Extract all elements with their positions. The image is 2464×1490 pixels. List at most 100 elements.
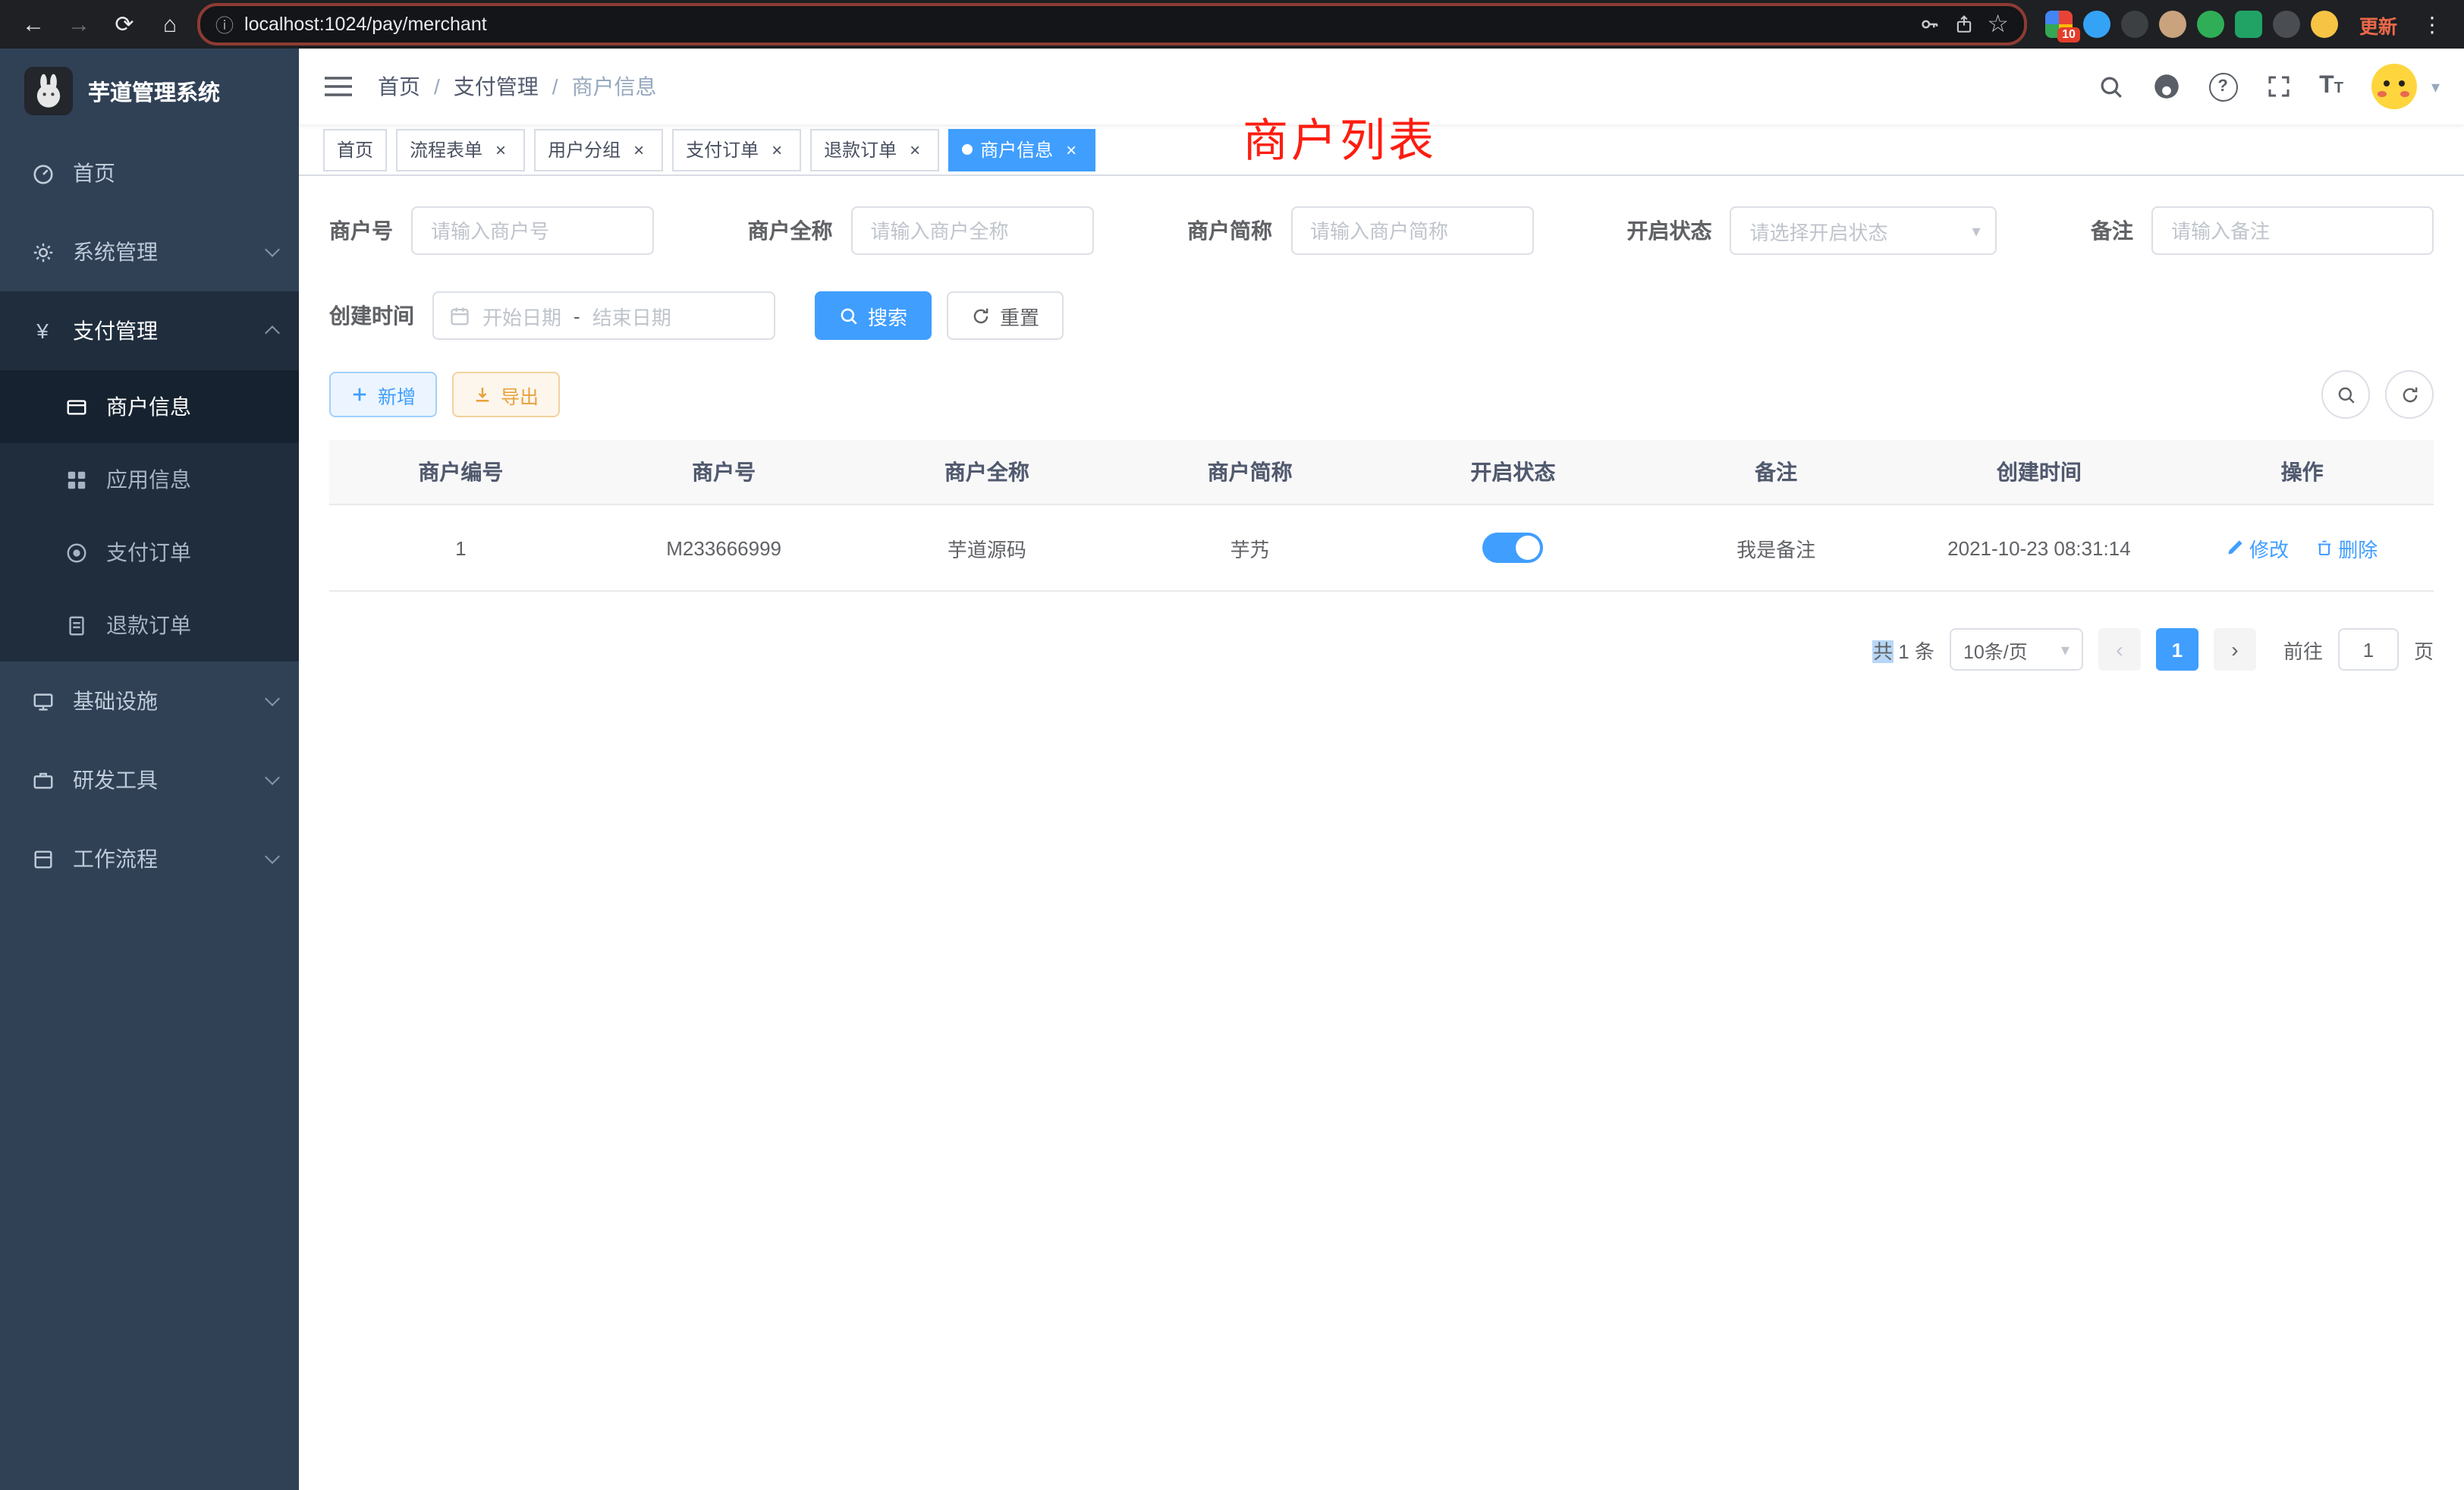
cell-merchant-id: 1 [329,505,592,591]
extension-dark-icon[interactable] [2121,11,2148,38]
sidebar-item-label: 退款订单 [106,610,191,640]
github-icon[interactable] [2152,73,2180,100]
tab-home[interactable]: 首页 [323,128,387,171]
search-button[interactable]: 搜索 [815,291,932,340]
chevron-down-icon [265,242,280,257]
browser-chrome: ← → ⟳ ⌂ ⓘ localhost:1024/pay/merchant ☆ … [0,0,2464,49]
calendar-icon [449,305,470,326]
card-icon [64,395,88,418]
sidebar-item-label: 研发工具 [73,765,158,795]
cell-short-name: 芋艿 [1118,505,1381,591]
pagination-total: 共 1 条 [1873,635,1934,664]
browser-home-button[interactable]: ⌂ [152,6,188,42]
page-1-button[interactable]: 1 [2156,628,2198,671]
breadcrumb-home[interactable]: 首页 [378,71,420,102]
sidebar-toggle-icon[interactable] [323,74,357,99]
bookmark-star-icon[interactable]: ☆ [1987,9,2009,39]
search-icon[interactable] [2098,74,2123,99]
font-size-icon[interactable]: TT [2319,74,2343,99]
sidebar-item-infra[interactable]: 基础设施 [0,662,299,740]
browser-update-button[interactable]: 更新 [2359,10,2397,39]
tab-user-group[interactable]: 用户分组 × [534,128,663,171]
extension-green-square-icon[interactable] [2235,11,2262,38]
breadcrumb: 首页 / 支付管理 / 商户信息 [378,71,657,102]
status-toggle[interactable] [1482,533,1543,563]
sidebar-item-app-info[interactable]: 应用信息 [0,443,299,516]
edit-button[interactable]: 修改 [2227,533,2289,562]
column-header: 商户简称 [1118,440,1381,505]
avatar-caret-icon[interactable]: ▾ [2431,77,2440,96]
extension-face-icon[interactable] [2311,11,2338,38]
cell-status [1381,505,1645,591]
refresh-table-button[interactable] [2385,370,2434,419]
yen-icon: ¥ [30,319,55,343]
browser-back-button[interactable]: ← [15,6,52,42]
extension-drop-icon[interactable] [2083,11,2110,38]
date-range-picker[interactable]: 开始日期 - 结束日期 [432,291,775,340]
sidebar-item-home[interactable]: 首页 [0,134,299,212]
sidebar-item-payment[interactable]: ¥ 支付管理 [0,291,299,370]
browser-menu-button[interactable]: ⋮ [2415,11,2449,37]
tab-pay-order[interactable]: 支付订单 × [672,128,801,171]
chevron-down-icon [265,770,280,785]
tab-refund-order[interactable]: 退款订单 × [810,128,939,171]
show-search-toggle-button[interactable] [2321,370,2370,419]
column-header: 商户编号 [329,440,592,505]
user-avatar[interactable] [2372,64,2418,109]
fullscreen-icon[interactable] [2266,74,2290,99]
sidebar-item-dev-tools[interactable]: 研发工具 [0,740,299,819]
close-icon[interactable]: × [490,139,511,160]
merchant-no-input[interactable] [411,206,654,255]
page-size-select[interactable]: 10条/页 ▾ [1950,628,2083,671]
sidebar-item-system[interactable]: 系统管理 [0,212,299,291]
address-bar[interactable]: ⓘ localhost:1024/pay/merchant ☆ [197,3,2027,46]
sidebar-item-refund-order[interactable]: 退款订单 [0,589,299,662]
add-button[interactable]: 新增 [329,372,437,417]
extension-pin-icon[interactable] [2273,11,2300,38]
sidebar-item-pay-order[interactable]: 支付订单 [0,516,299,589]
browser-reload-button[interactable]: ⟳ [106,6,143,42]
export-button[interactable]: 导出 [452,372,560,417]
password-key-icon[interactable] [1919,14,1940,35]
logo-rabbit-icon [24,67,73,115]
next-page-button[interactable]: › [2214,628,2256,671]
extension-avatar-icon[interactable] [2159,11,2186,38]
tab-flow-form[interactable]: 流程表单 × [396,128,525,171]
target-icon [64,541,88,564]
toggle-knob [1516,536,1540,560]
share-icon[interactable] [1953,14,1973,35]
browser-forward-button[interactable]: → [61,6,97,42]
goto-page-input[interactable] [2338,628,2399,671]
close-icon[interactable]: × [904,139,926,160]
close-icon[interactable]: × [628,139,649,160]
breadcrumb-separator: / [434,74,440,99]
status-select[interactable]: 请选择开启状态 ▾ [1730,206,1997,255]
delete-button[interactable]: 删除 [2315,533,2378,562]
pagination: 共 1 条 10条/页 ▾ ‹ 1 › 前往 页 [329,628,2434,671]
short-name-input[interactable] [1290,206,1533,255]
app-logo: 芋道管理系统 [0,49,299,134]
sidebar-payment-group: ¥ 支付管理 商户信息 应用信息 [0,291,299,662]
monitor-icon [30,690,55,712]
extension-colorful-icon[interactable]: 10 [2045,11,2073,38]
date-separator: - [574,304,580,327]
site-info-icon[interactable]: ⓘ [215,11,234,37]
dashboard-icon [30,162,55,184]
prev-page-button[interactable]: ‹ [2098,628,2141,671]
extension-green-circle-icon[interactable] [2197,11,2224,38]
help-icon[interactable]: ? [2208,72,2237,101]
reset-button[interactable]: 重置 [947,291,1064,340]
merchant-table: 商户编号 商户号 商户全称 商户简称 开启状态 备注 创建时间 操作 1 [329,440,2434,592]
chevron-down-icon [265,849,280,864]
close-icon[interactable]: × [766,139,787,160]
sidebar-item-merchant-info[interactable]: 商户信息 [0,370,299,443]
sidebar: 芋道管理系统 首页 系统管理 ¥ 支付管理 [0,49,299,1490]
remark-input[interactable] [2151,206,2434,255]
toolbox-icon [30,769,55,791]
full-name-input[interactable] [851,206,1094,255]
remark-label: 备注 [2091,215,2133,246]
breadcrumb-payment[interactable]: 支付管理 [454,71,539,102]
tab-merchant-info[interactable]: 商户信息 × [948,128,1095,171]
close-icon[interactable]: × [1061,139,1082,160]
sidebar-item-workflow[interactable]: 工作流程 [0,819,299,898]
